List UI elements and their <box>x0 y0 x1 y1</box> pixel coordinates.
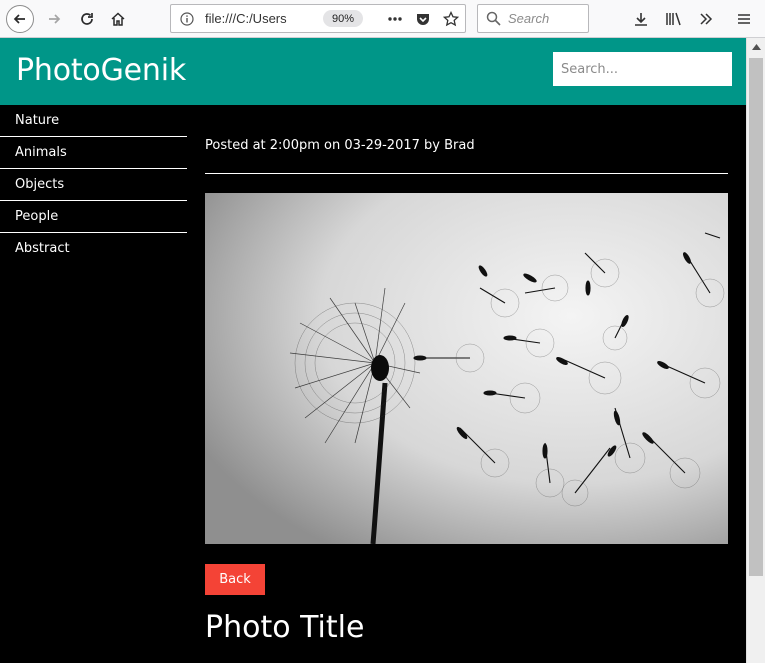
overflow-menu-button[interactable] <box>692 5 720 33</box>
sidebar-item-people[interactable]: People <box>0 201 187 233</box>
chevron-double-right-icon <box>700 13 713 25</box>
search-icon <box>486 11 501 26</box>
app-menu-button[interactable] <box>730 5 758 33</box>
downloads-button[interactable] <box>627 5 655 33</box>
category-sidebar: Nature Animals Objects People Abstract <box>0 105 187 264</box>
browser-reload-button[interactable] <box>73 5 101 33</box>
home-icon <box>111 12 125 26</box>
page-scrollbar[interactable] <box>746 38 765 663</box>
sidebar-item-objects[interactable]: Objects <box>0 169 187 201</box>
back-button[interactable]: Back <box>205 564 265 595</box>
browser-forward-button[interactable] <box>40 5 68 33</box>
arrow-right-icon <box>49 14 61 24</box>
web-page: PhotoGenik Nature Animals Objects People… <box>0 38 746 663</box>
browser-back-button[interactable] <box>6 5 34 33</box>
zoom-indicator[interactable]: 90% <box>323 10 363 27</box>
library-button[interactable] <box>660 5 688 33</box>
scrollbar-thumb[interactable] <box>749 58 763 576</box>
bookmark-star-icon[interactable] <box>443 11 459 27</box>
photo-title: Photo Title <box>205 610 365 645</box>
url-text[interactable]: file:///C:/Users <box>205 11 287 26</box>
arrow-left-icon <box>13 14 25 24</box>
reload-icon <box>81 13 93 25</box>
dandelion-photo <box>205 193 728 544</box>
library-icon <box>666 12 681 26</box>
browser-search-box[interactable]: Search <box>477 4 589 33</box>
sidebar-item-nature[interactable]: Nature <box>0 105 187 137</box>
browser-home-button[interactable] <box>104 5 132 33</box>
site-search-input[interactable] <box>553 52 732 86</box>
url-bar[interactable]: file:///C:/Users 90% <box>170 4 466 33</box>
sidebar-item-animals[interactable]: Animals <box>0 137 187 169</box>
chevron-up-icon <box>751 43 761 50</box>
scroll-up-button[interactable] <box>747 38 765 55</box>
pocket-icon[interactable] <box>415 11 431 27</box>
site-brand[interactable]: PhotoGenik <box>16 53 186 88</box>
download-icon <box>635 13 647 26</box>
browser-search-placeholder: Search <box>508 11 550 26</box>
info-icon[interactable] <box>180 12 194 26</box>
more-actions-icon[interactable] <box>387 13 403 25</box>
site-header: PhotoGenik <box>0 38 746 105</box>
sidebar-item-abstract[interactable]: Abstract <box>0 233 187 264</box>
post-meta: Posted at 2:00pm on 03-29-2017 by Brad <box>205 138 475 153</box>
hamburger-icon <box>738 14 750 24</box>
browser-toolbar: file:///C:/Users 90% Search <box>0 0 765 38</box>
divider <box>205 173 728 174</box>
